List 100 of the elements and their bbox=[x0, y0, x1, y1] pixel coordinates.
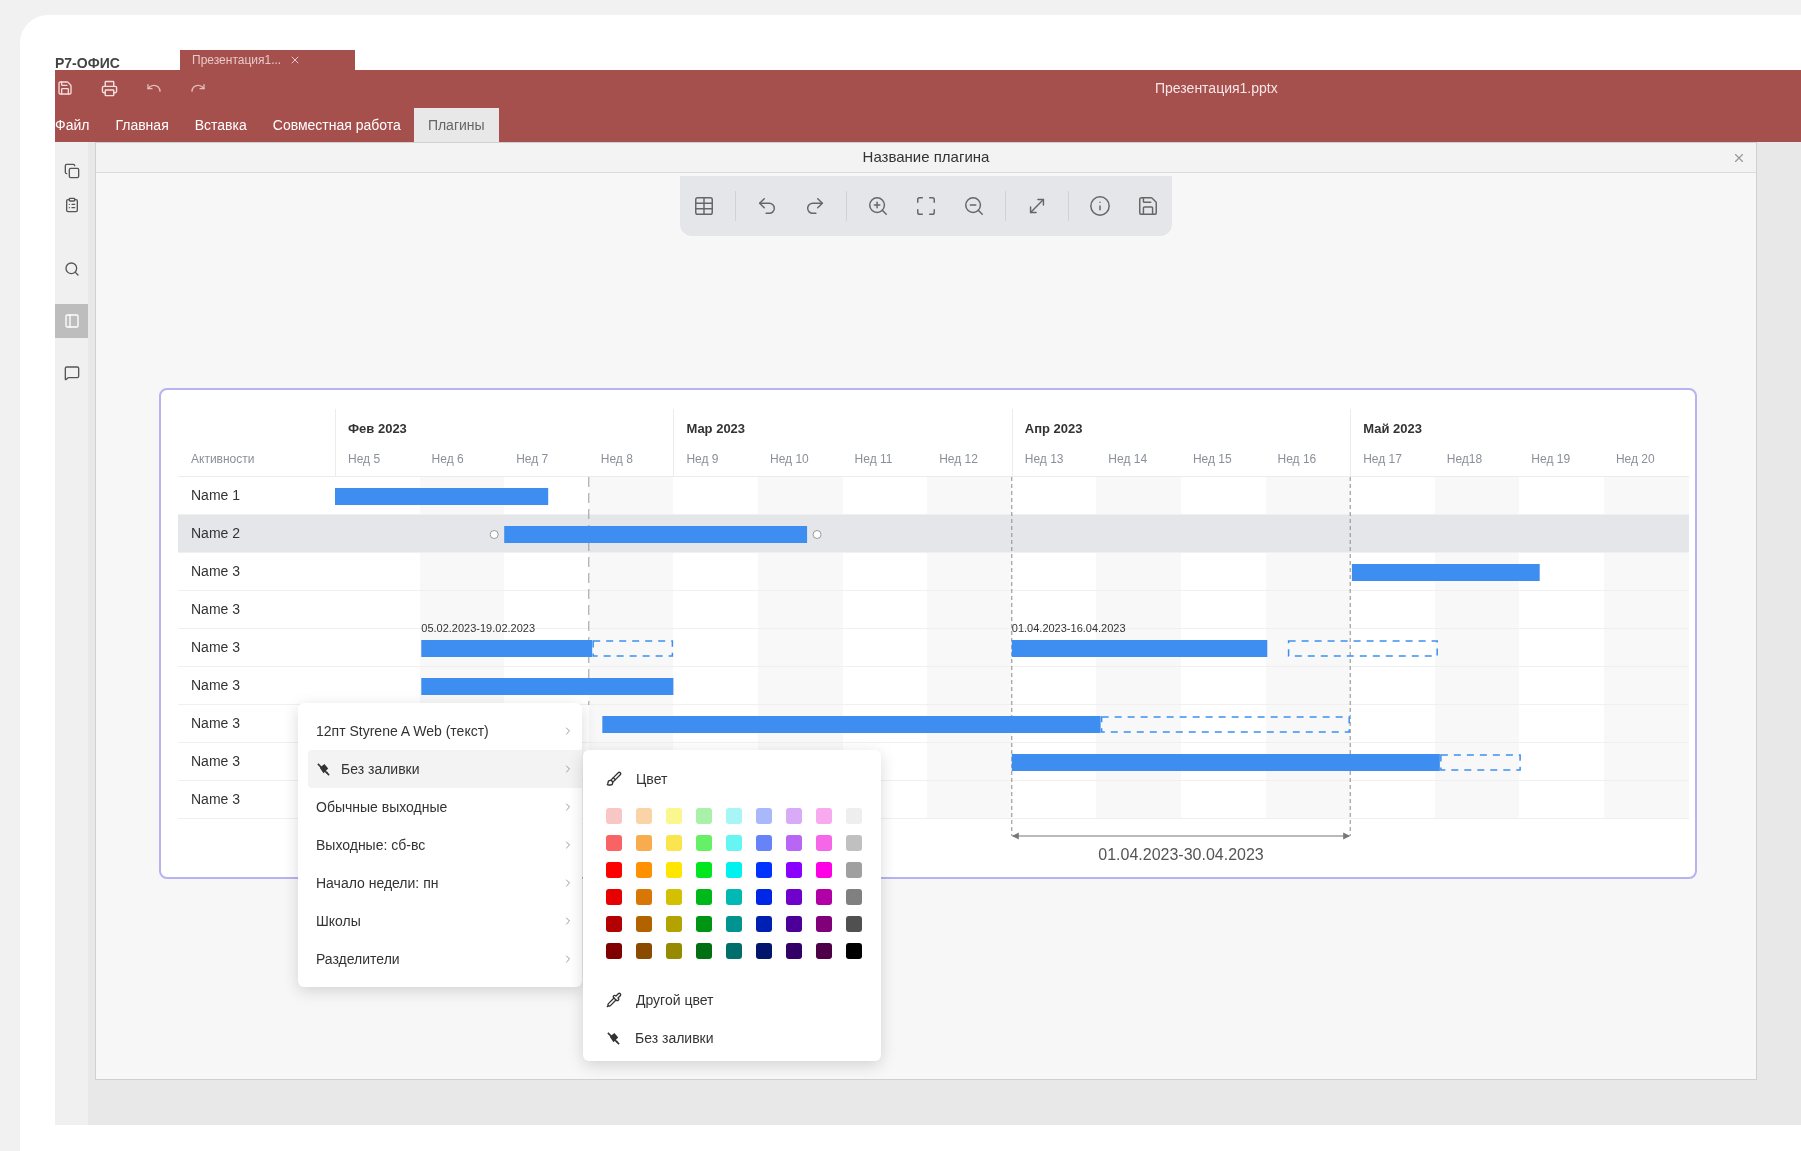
menu-item[interactable]: Начало недели: пн bbox=[308, 864, 582, 902]
color-swatch[interactable] bbox=[786, 862, 802, 878]
color-swatch[interactable] bbox=[726, 943, 742, 959]
color-swatch[interactable] bbox=[666, 835, 682, 851]
menu-tab[interactable]: Файл bbox=[55, 108, 103, 142]
color-swatch[interactable] bbox=[726, 862, 742, 878]
no-fill-icon bbox=[316, 761, 331, 777]
color-swatch[interactable] bbox=[786, 808, 802, 824]
menu-item[interactable]: Выходные: сб-вс bbox=[308, 826, 582, 864]
color-swatch[interactable] bbox=[636, 835, 652, 851]
brush-icon bbox=[606, 771, 622, 787]
color-swatch[interactable] bbox=[726, 835, 742, 851]
color-swatch[interactable] bbox=[726, 889, 742, 905]
color-swatch[interactable] bbox=[636, 808, 652, 824]
info-icon bbox=[1089, 195, 1111, 217]
color-swatch[interactable] bbox=[666, 889, 682, 905]
gantt-row[interactable]: Name 3 bbox=[178, 667, 1689, 705]
color-swatch[interactable] bbox=[786, 835, 802, 851]
color-swatch[interactable] bbox=[606, 916, 622, 932]
color-swatch[interactable] bbox=[816, 943, 832, 959]
color-swatch[interactable] bbox=[846, 916, 862, 932]
activity-label: Name 2 bbox=[191, 524, 241, 543]
menu-item[interactable]: Школы bbox=[308, 902, 582, 940]
menu-item[interactable]: Без заливки bbox=[606, 1019, 881, 1057]
color-swatch[interactable] bbox=[756, 916, 772, 932]
color-swatch[interactable] bbox=[786, 943, 802, 959]
week-label: Нед 12 bbox=[939, 450, 978, 468]
color-swatch[interactable] bbox=[756, 943, 772, 959]
gantt-row[interactable]: Name 1 bbox=[178, 477, 1689, 515]
color-swatch[interactable] bbox=[846, 862, 862, 878]
range-label: 01.04.2023-30.04.2023 bbox=[1098, 846, 1264, 863]
color-swatch[interactable] bbox=[846, 835, 862, 851]
menu-item[interactable]: Разделители bbox=[308, 940, 582, 978]
app-logo: Р7-ОФИС bbox=[55, 56, 121, 70]
menu-tab[interactable]: Вставка bbox=[181, 108, 260, 142]
color-swatch[interactable] bbox=[816, 835, 832, 851]
menu-tab[interactable]: Главная bbox=[102, 108, 182, 142]
close-icon[interactable] bbox=[1732, 151, 1746, 165]
color-swatch[interactable] bbox=[666, 916, 682, 932]
week-label: Нед 15 bbox=[1192, 450, 1232, 468]
color-swatch[interactable] bbox=[696, 835, 712, 851]
color-swatch[interactable] bbox=[696, 889, 712, 905]
week-label: Нед 16 bbox=[1277, 450, 1317, 468]
color-swatch[interactable] bbox=[846, 943, 862, 959]
color-swatch[interactable] bbox=[606, 862, 622, 878]
save-icon[interactable] bbox=[57, 80, 73, 96]
week-label: Нед 11 bbox=[854, 450, 893, 468]
week-label: Нед 17 bbox=[1363, 450, 1402, 468]
color-swatch[interactable] bbox=[816, 808, 832, 824]
color-swatch[interactable] bbox=[666, 943, 682, 959]
dialog-title: Название плагина bbox=[862, 147, 990, 168]
document-title: Презентация1.pptx bbox=[1155, 78, 1278, 98]
color-swatch[interactable] bbox=[696, 916, 712, 932]
menu-tab[interactable]: Плагины bbox=[413, 108, 499, 142]
color-swatch[interactable] bbox=[696, 808, 712, 824]
color-swatch[interactable] bbox=[756, 835, 772, 851]
color-swatch[interactable] bbox=[846, 889, 862, 905]
week-label: Нед 8 bbox=[600, 450, 633, 468]
color-swatch[interactable] bbox=[786, 916, 802, 932]
color-swatch[interactable] bbox=[666, 862, 682, 878]
clipboard-icon bbox=[63, 197, 80, 213]
color-swatch[interactable] bbox=[726, 916, 742, 932]
week-label: Нед 10 bbox=[769, 450, 809, 468]
color-swatch[interactable] bbox=[786, 889, 802, 905]
color-swatch[interactable] bbox=[636, 889, 652, 905]
color-swatch[interactable] bbox=[606, 943, 622, 959]
color-swatch[interactable] bbox=[726, 808, 742, 824]
column-header: Активности bbox=[191, 450, 255, 468]
color-swatch[interactable] bbox=[756, 862, 772, 878]
menu-item[interactable]: Другой цвет bbox=[606, 981, 881, 1019]
menu-tab[interactable]: Совместная работа bbox=[259, 108, 414, 142]
color-swatch[interactable] bbox=[696, 943, 712, 959]
gantt-row[interactable]: Name 3 bbox=[178, 553, 1689, 591]
color-swatch[interactable] bbox=[666, 808, 682, 824]
week-label: Нед 9 bbox=[686, 450, 719, 468]
color-swatch[interactable] bbox=[816, 862, 832, 878]
color-swatch[interactable] bbox=[636, 943, 652, 959]
document-tab[interactable]: Презентация1... bbox=[180, 50, 355, 70]
activity-label: Name 3 bbox=[191, 790, 241, 809]
color-swatch[interactable] bbox=[606, 808, 622, 824]
no-fill-icon bbox=[606, 1030, 621, 1046]
activity-label: Name 3 bbox=[191, 752, 241, 771]
color-swatch[interactable] bbox=[816, 889, 832, 905]
color-swatch[interactable] bbox=[756, 889, 772, 905]
panel-icon bbox=[63, 313, 80, 329]
week-label: Нед 5 bbox=[348, 450, 381, 468]
month-label: Мар 2023 bbox=[686, 419, 746, 438]
week-label: Нед 20 bbox=[1615, 450, 1655, 468]
color-swatch[interactable] bbox=[696, 862, 712, 878]
color-swatch[interactable] bbox=[636, 916, 652, 932]
color-swatch[interactable] bbox=[756, 808, 772, 824]
color-swatch[interactable] bbox=[606, 835, 622, 851]
color-swatch[interactable] bbox=[816, 916, 832, 932]
color-swatch[interactable] bbox=[606, 889, 622, 905]
save-icon bbox=[1137, 195, 1159, 217]
zoom-out-icon bbox=[963, 195, 985, 217]
menu-item[interactable]: Без заливки bbox=[308, 750, 582, 788]
print-icon[interactable] bbox=[101, 79, 118, 97]
redo-icon bbox=[804, 195, 826, 217]
color-swatch[interactable] bbox=[636, 862, 652, 878]
